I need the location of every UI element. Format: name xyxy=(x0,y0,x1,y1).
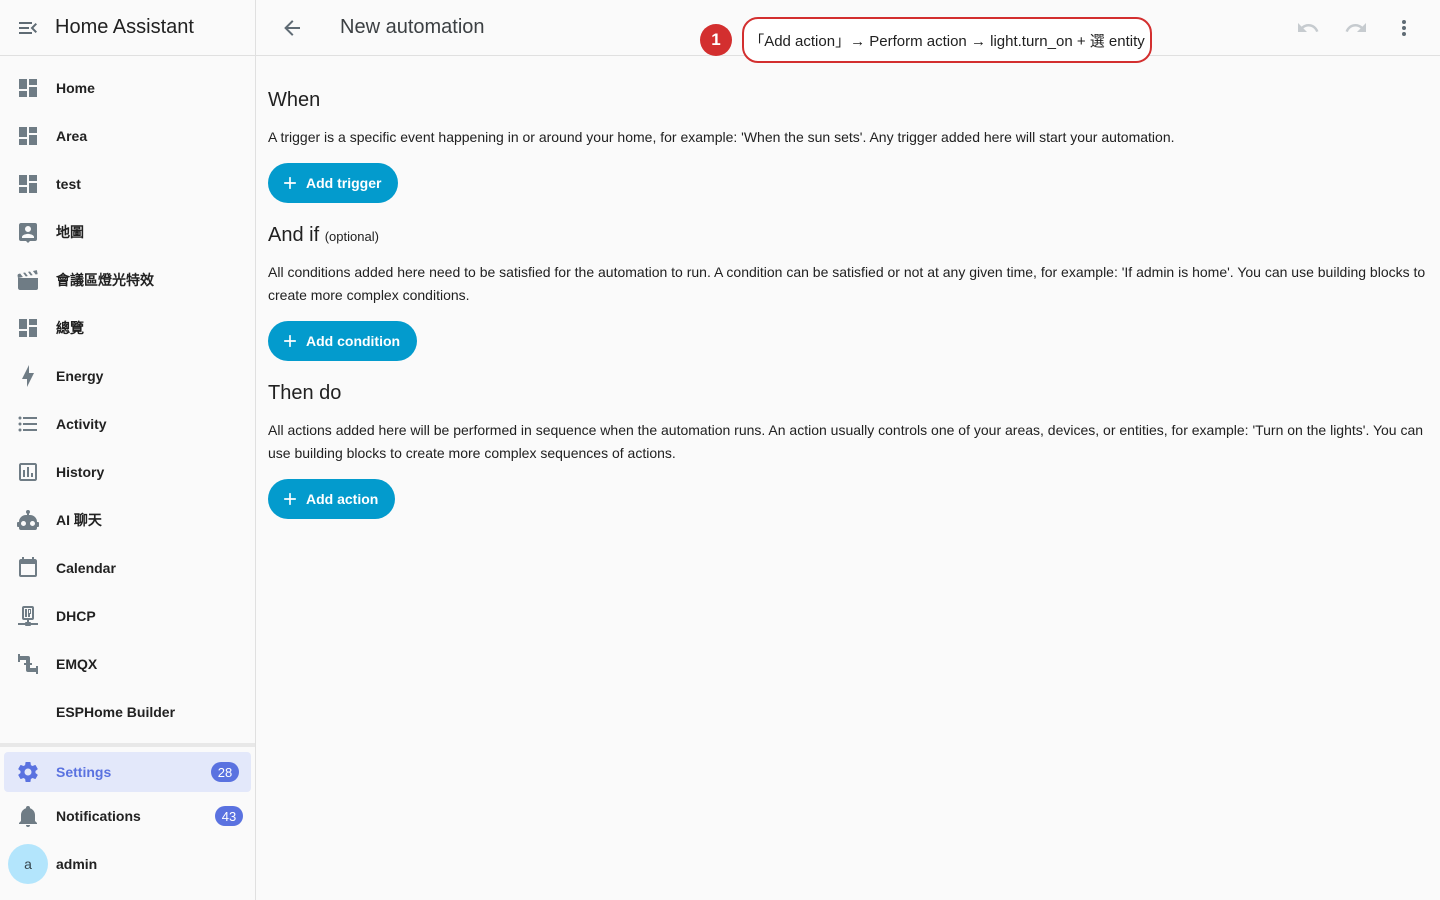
sidebar-item-energy[interactable]: Energy xyxy=(0,352,255,400)
lightning-icon xyxy=(16,364,40,388)
redo-icon xyxy=(1345,23,1366,32)
sidebar-item-label: Settings xyxy=(56,764,112,780)
account-box-icon xyxy=(16,220,40,244)
dots-vertical-icon xyxy=(1402,20,1406,36)
dashboard-icon xyxy=(16,172,40,196)
sidebar-bottom: Settings 28 Notifications 43 a admin xyxy=(0,752,255,888)
chart-box-icon xyxy=(16,460,40,484)
settings-badge: 28 xyxy=(211,762,239,782)
sidebar-item-label: ESPHome Builder xyxy=(56,704,176,720)
dashboard-icon xyxy=(16,124,40,148)
add-condition-label: Add condition xyxy=(306,333,401,349)
sidebar-item-history[interactable]: History xyxy=(0,448,255,496)
sidebar-item-label: Home xyxy=(56,80,95,96)
sidebar-item-overview[interactable]: 總覽 xyxy=(0,304,255,352)
add-condition-button[interactable]: Add condition xyxy=(268,321,418,361)
bell-icon xyxy=(16,804,40,828)
sidebar-header: Home Assistant xyxy=(0,0,255,56)
menu-collapse-button[interactable] xyxy=(0,0,56,56)
plus-icon xyxy=(284,335,296,347)
plus-icon xyxy=(284,493,296,505)
sidebar-divider xyxy=(0,743,255,747)
page-title: New automation xyxy=(340,16,485,38)
when-description: A trigger is a specific event happening … xyxy=(268,129,1175,145)
calendar-icon xyxy=(16,556,40,580)
cog-icon xyxy=(16,760,40,784)
app-title: Home Assistant xyxy=(55,16,194,38)
sidebar-item-settings[interactable]: Settings 28 xyxy=(4,752,251,792)
optional-label: (optional) xyxy=(324,229,379,244)
redo-button[interactable] xyxy=(1332,4,1380,52)
blank-icon xyxy=(16,700,40,724)
sidebar-item-label: DHCP xyxy=(56,608,96,624)
and-if-section: And if (optional) All conditions added h… xyxy=(268,224,1428,361)
when-section: When A trigger is a specific event happe… xyxy=(268,89,1428,203)
pipe-icon xyxy=(16,652,40,676)
sidebar-item-label: admin xyxy=(56,856,98,872)
sidebar-item-label: 地圖 xyxy=(56,224,84,240)
sidebar-item-calendar[interactable]: Calendar xyxy=(0,544,255,592)
sidebar-item-dhcp[interactable]: DHCP xyxy=(0,592,255,640)
then-do-section: Then do All actions added here will be p… xyxy=(268,382,1428,519)
menu-open-icon xyxy=(19,21,37,34)
then-do-title: Then do xyxy=(268,382,342,404)
list-icon xyxy=(16,412,40,436)
sidebar-item-label: AI 聊天 xyxy=(56,512,102,528)
notifications-badge: 43 xyxy=(215,806,243,826)
sidebar-item-map[interactable]: 地圖 xyxy=(0,208,255,256)
top-actions xyxy=(1284,4,1428,52)
sidebar-item-label: History xyxy=(56,464,105,480)
add-trigger-button[interactable]: Add trigger xyxy=(268,163,399,203)
undo-icon xyxy=(1298,23,1319,32)
plus-icon xyxy=(284,177,296,189)
sidebar-item-label: Activity xyxy=(56,416,107,432)
and-if-title: And if (optional) xyxy=(268,224,1428,247)
sidebar-item-lighting-effects[interactable]: 會議區燈光特效 xyxy=(0,256,255,304)
and-if-title-text: And if xyxy=(268,224,320,246)
then-do-description: All actions added here will be performed… xyxy=(268,422,1424,461)
sidebar-item-label: 會議區燈光特效 xyxy=(56,272,154,288)
sidebar-item-label: Area xyxy=(56,128,88,144)
sidebar-item-ai-chat[interactable]: AI 聊天 xyxy=(0,496,255,544)
sidebar-item-esphome[interactable]: ESPHome Builder xyxy=(0,688,255,736)
sidebar-item-test[interactable]: test xyxy=(0,160,255,208)
sidebar-item-area[interactable]: Area xyxy=(0,112,255,160)
and-if-description: All conditions added here need to be sat… xyxy=(268,264,1426,303)
arrow-left-icon xyxy=(284,19,300,36)
dashboard-icon xyxy=(16,76,40,100)
callout-step-number: 1 xyxy=(700,24,732,56)
sidebar-nav: Home Area test 地圖 會議區燈光特效 總覽 Energy Acti… xyxy=(0,56,255,736)
sidebar-item-label: EMQX xyxy=(56,656,98,672)
sidebar-item-label: Notifications xyxy=(56,808,141,824)
callout-instruction: 「Add action」→ Perform action → light.tur… xyxy=(742,17,1152,63)
sidebar-item-home[interactable]: Home xyxy=(0,64,255,112)
sidebar-item-activity[interactable]: Activity xyxy=(0,400,255,448)
sidebar-item-label: Energy xyxy=(56,368,104,384)
robot-icon xyxy=(16,508,40,532)
sidebar-item-label: test xyxy=(56,176,81,192)
avatar: a xyxy=(8,844,48,884)
ip-network-icon xyxy=(16,604,40,628)
overflow-menu-button[interactable] xyxy=(1380,4,1428,52)
sidebar-item-notifications[interactable]: Notifications 43 xyxy=(0,792,255,840)
add-trigger-label: Add trigger xyxy=(306,175,382,191)
movie-open-icon xyxy=(16,268,40,292)
sidebar-item-emqx[interactable]: EMQX xyxy=(0,640,255,688)
when-title: When xyxy=(268,89,321,111)
sidebar-item-user[interactable]: a admin xyxy=(0,840,255,888)
sidebar-item-label: 總覽 xyxy=(56,320,84,336)
add-action-button[interactable]: Add action xyxy=(268,479,396,519)
undo-button[interactable] xyxy=(1284,4,1332,52)
sidebar-item-label: Calendar xyxy=(56,560,116,576)
back-button[interactable] xyxy=(268,4,316,52)
dashboard-icon xyxy=(16,316,40,340)
sidebar: Home Assistant Home Area test 地圖 會議區燈光特效… xyxy=(0,0,256,900)
add-action-label: Add action xyxy=(306,491,379,507)
